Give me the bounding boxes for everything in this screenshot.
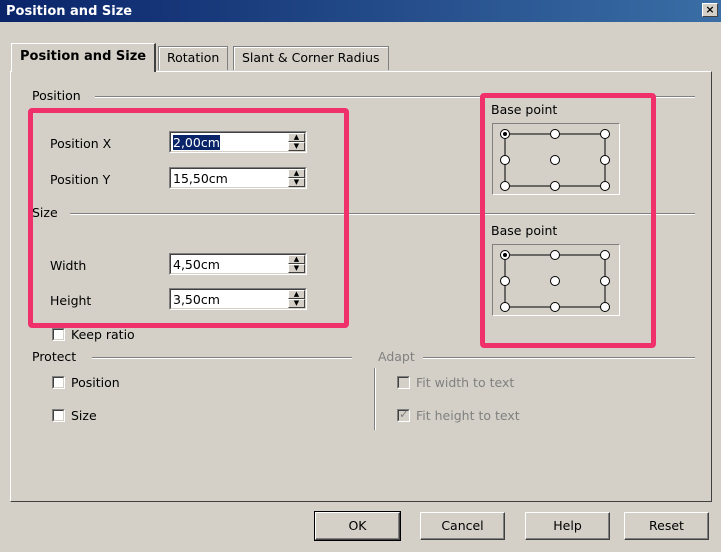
fit-height-label: Fit height to text — [416, 408, 520, 423]
base-point-grid-position[interactable] — [492, 123, 620, 195]
spin-up-icon[interactable]: ▲ — [288, 133, 305, 142]
cancel-button[interactable]: Cancel — [420, 512, 505, 540]
position-y-field[interactable]: 15,50cm ▲ ▼ — [169, 167, 307, 189]
ok-button[interactable]: OK — [314, 511, 401, 541]
spin-up-icon[interactable]: ▲ — [288, 255, 305, 264]
spin-down-icon[interactable]: ▼ — [288, 299, 305, 308]
close-button[interactable]: × — [702, 3, 718, 17]
reset-button[interactable]: Reset — [624, 512, 709, 540]
position-y-label: Position Y — [50, 172, 111, 187]
spin-up-icon[interactable]: ▲ — [288, 290, 305, 299]
tab-position-and-size[interactable]: Position and Size — [11, 43, 157, 72]
protect-separator — [92, 357, 352, 359]
base-point-grid-size[interactable] — [492, 244, 620, 316]
protect-size-label: Size — [71, 408, 97, 423]
close-icon: × — [705, 3, 715, 16]
base-point-label-position: Base point — [491, 102, 558, 117]
base-point-label-size: Base point — [491, 223, 558, 238]
check-icon: ✓ — [399, 407, 410, 421]
size-separator — [70, 213, 695, 215]
spin-down-icon[interactable]: ▼ — [288, 178, 305, 187]
position-section-label: Position — [32, 88, 85, 103]
adapt-section-label: Adapt — [378, 349, 419, 364]
spin-down-icon[interactable]: ▼ — [288, 264, 305, 273]
width-value[interactable]: 4,50cm — [171, 255, 288, 273]
height-value[interactable]: 3,50cm — [171, 290, 288, 308]
tab-label: Slant & Corner Radius — [242, 50, 380, 65]
fit-width-checkbox[interactable] — [397, 376, 410, 389]
spin-down-icon[interactable]: ▼ — [288, 142, 305, 151]
window-title: Position and Size — [6, 3, 133, 19]
size-section-label: Size — [32, 205, 62, 220]
position-y-value[interactable]: 15,50cm — [171, 169, 288, 187]
protect-section-label: Protect — [32, 349, 81, 364]
fit-height-checkbox[interactable]: ✓ — [397, 407, 410, 422]
protect-size-checkbox[interactable] — [52, 409, 65, 422]
adapt-vertical-separator — [374, 368, 376, 430]
keep-ratio-label: Keep ratio — [71, 327, 135, 342]
adapt-separator — [423, 357, 695, 359]
title-bar: Position and Size × — [0, 0, 721, 22]
tab-label: Position and Size — [20, 49, 147, 64]
position-x-field[interactable]: 2,00cm ▲ ▼ — [169, 131, 307, 153]
keep-ratio-checkbox[interactable] — [52, 328, 65, 341]
protect-position-label: Position — [71, 375, 120, 390]
tab-slant-corner-radius[interactable]: Slant & Corner Radius — [233, 46, 389, 70]
spin-up-icon[interactable]: ▲ — [288, 169, 305, 178]
position-x-value[interactable]: 2,00cm — [171, 133, 288, 151]
tab-label: Rotation — [167, 50, 220, 65]
fit-width-label: Fit width to text — [416, 375, 515, 390]
tab-rotation[interactable]: Rotation — [158, 46, 229, 70]
position-x-label: Position X — [50, 136, 112, 151]
width-field[interactable]: 4,50cm ▲ ▼ — [169, 253, 307, 275]
position-separator — [95, 96, 695, 98]
height-label: Height — [50, 293, 92, 308]
width-label: Width — [50, 258, 87, 273]
protect-position-checkbox[interactable] — [52, 376, 65, 389]
help-button[interactable]: Help — [525, 512, 610, 540]
height-field[interactable]: 3,50cm ▲ ▼ — [169, 288, 307, 310]
